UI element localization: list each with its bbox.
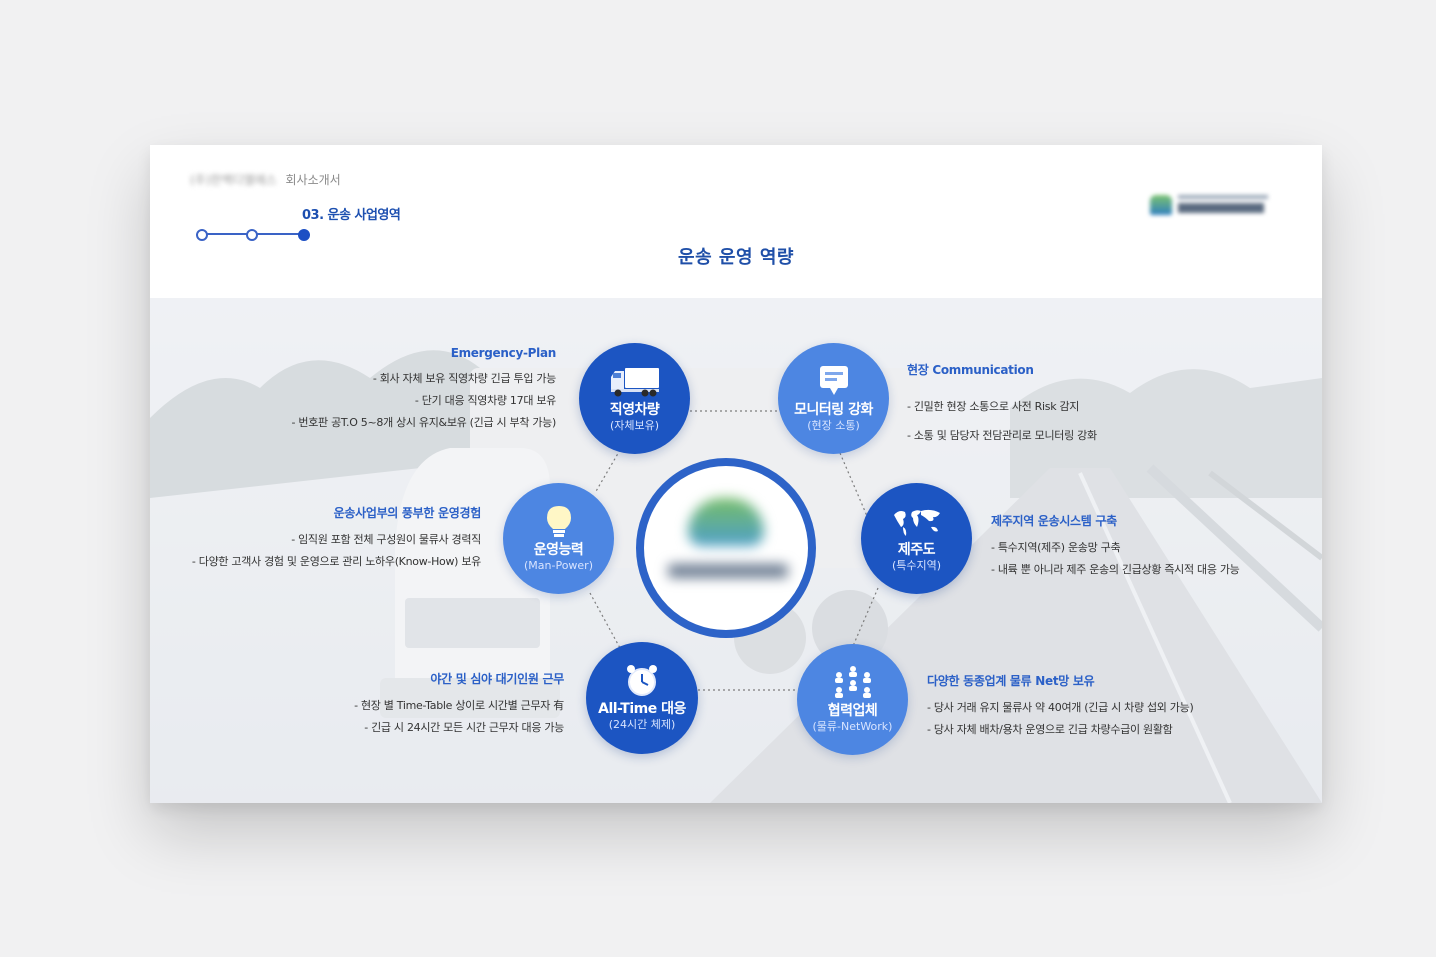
desc-line: - 긴급 시 24시간 모든 시간 근무자 대응 가능 [364,721,564,734]
desc-jeju-system: 제주지역 운송시스템 구축 - 특수지역(제주) 운송망 구축 - 내륙 뿐 아… [991,512,1240,581]
connector-monitoring-jeju [839,452,871,524]
desc-heading: 다양한 동종업계 물류 Net망 보유 [927,674,1095,688]
node-subtitle: (특수지역) [891,558,942,572]
node-title: 제주도 [897,541,936,558]
center-company-logo [650,490,806,602]
desc-line: - 특수지역(제주) 운송망 구축 [991,541,1121,554]
desc-heading: Emergency-Plan [450,346,557,360]
desc-heading: 야간 및 심야 대기인원 근무 [430,672,564,686]
desc-line: - 단기 대응 직영차량 17대 보유 [414,394,556,407]
document-title: 회사소개서 [285,173,341,187]
connector-vehicle-manpower [594,449,621,494]
node-direct-vehicles: 직영차량 (자체보유) [579,343,690,454]
desc-line: - 당사 거래 유지 물류사 약 40여개 (긴급 시 차량 섭외 가능) [927,701,1194,714]
desc-line: - 현장 별 Time-Table 상이로 시간별 근무자 有 [354,699,564,712]
node-title: All-Time 대응 [598,701,686,717]
section-label: 03. 운송 사업영역 [302,208,401,223]
page-title: 운송 운영 역량 [678,247,794,268]
node-subtitle: (Man-Power) [523,558,593,572]
node-title: 모니터링 강화 [794,401,873,418]
document-title-line: (주)한백디엘에스 회사소개서 [190,171,341,188]
lightbulb-icon [546,505,571,537]
company-name: (주)한백디엘에스 [190,173,277,187]
people-network-icon [834,665,871,698]
desc-line: - 소통 및 담당자 전담관리로 모니터링 강화 [907,429,1097,442]
chat-board-icon [819,365,848,395]
desc-operation-experience: 운송사업부의 풍부한 운영경험 - 임직원 포함 전체 구성원이 물류사 경력직… [192,504,481,573]
connector-manpower-alltime [589,592,621,649]
desc-line: - 다양한 고객사 경험 및 운영으로 관리 노하우(Know-How) 보유 [191,555,481,568]
slide-header: (주)한백디엘에스 회사소개서 03. 운송 사업영역 운송 운영 역량 [150,145,1322,298]
node-title: 운영능력 [533,541,584,558]
slide: (주)한백디엘에스 회사소개서 03. 운송 사업영역 운송 운영 역량 직영차… [150,145,1322,803]
truck-icon [610,367,659,396]
desc-line: - 임직원 포함 전체 구성원이 물류사 경력직 [291,533,481,546]
node-subtitle: (현장 소통) [807,418,860,432]
node-all-time: All-Time 대응 (24시간 체제) [586,642,698,754]
desc-line: - 번호판 공T.O 5~8개 상시 유지&보유 (긴급 시 부착 가능) [291,416,557,429]
desc-line: - 당사 자체 배차/용차 운영으로 긴급 차량수급이 원활함 [927,723,1173,736]
progress-step-2 [246,229,258,241]
alarm-clock-icon [627,665,657,696]
desc-line: - 회사 자체 보유 직영차량 긴급 투입 가능 [372,372,556,385]
desc-heading: 현장 Communication [907,363,1034,377]
desc-logistics-network: 다양한 동종업계 물류 Net망 보유 - 당사 거래 유지 물류사 약 40여… [927,672,1194,741]
node-subtitle: (24시간 체제) [608,718,676,731]
section-progress [196,227,316,241]
company-logo [1150,191,1272,219]
node-title: 직영차량 [609,401,660,418]
desc-line: - 긴밀한 현장 소통으로 사전 Risk 감지 [907,400,1080,413]
node-subtitle: (물류-NetWork) [812,719,893,733]
desc-field-communication: 현장 Communication - 긴밀한 현장 소통으로 사전 Risk 감… [907,361,1097,450]
desc-heading: 운송사업부의 풍부한 운영경험 [333,506,482,520]
world-map-icon [893,509,940,536]
node-monitoring: 모니터링 강화 (현장 소통) [778,343,889,454]
node-jeju: 제주도 (특수지역) [861,483,972,594]
progress-step-1 [196,229,208,241]
desc-heading: 제주지역 운송시스템 구축 [991,514,1117,528]
node-man-power: 운영능력 (Man-Power) [503,483,614,594]
desc-line: - 내륙 뿐 아니라 제주 운송의 긴급상황 즉시적 대응 가능 [991,563,1240,576]
node-title: 협력업체 [827,702,878,719]
desc-emergency-plan: Emergency-Plan - 회사 자체 보유 직영차량 긴급 투입 가능 … [291,346,557,434]
progress-step-3 [298,229,310,241]
diagram-area: 직영차량 (자체보유) 모니터링 강화 (현장 소통) 제주도 (특수지역) 협… [150,298,1322,803]
node-subtitle: (자체보유) [609,418,660,432]
node-partners: 협력업체 (물류-NetWork) [797,644,908,755]
desc-night-staff: 야간 및 심야 대기인원 근무 - 현장 별 Time-Table 상이로 시간… [354,670,564,739]
